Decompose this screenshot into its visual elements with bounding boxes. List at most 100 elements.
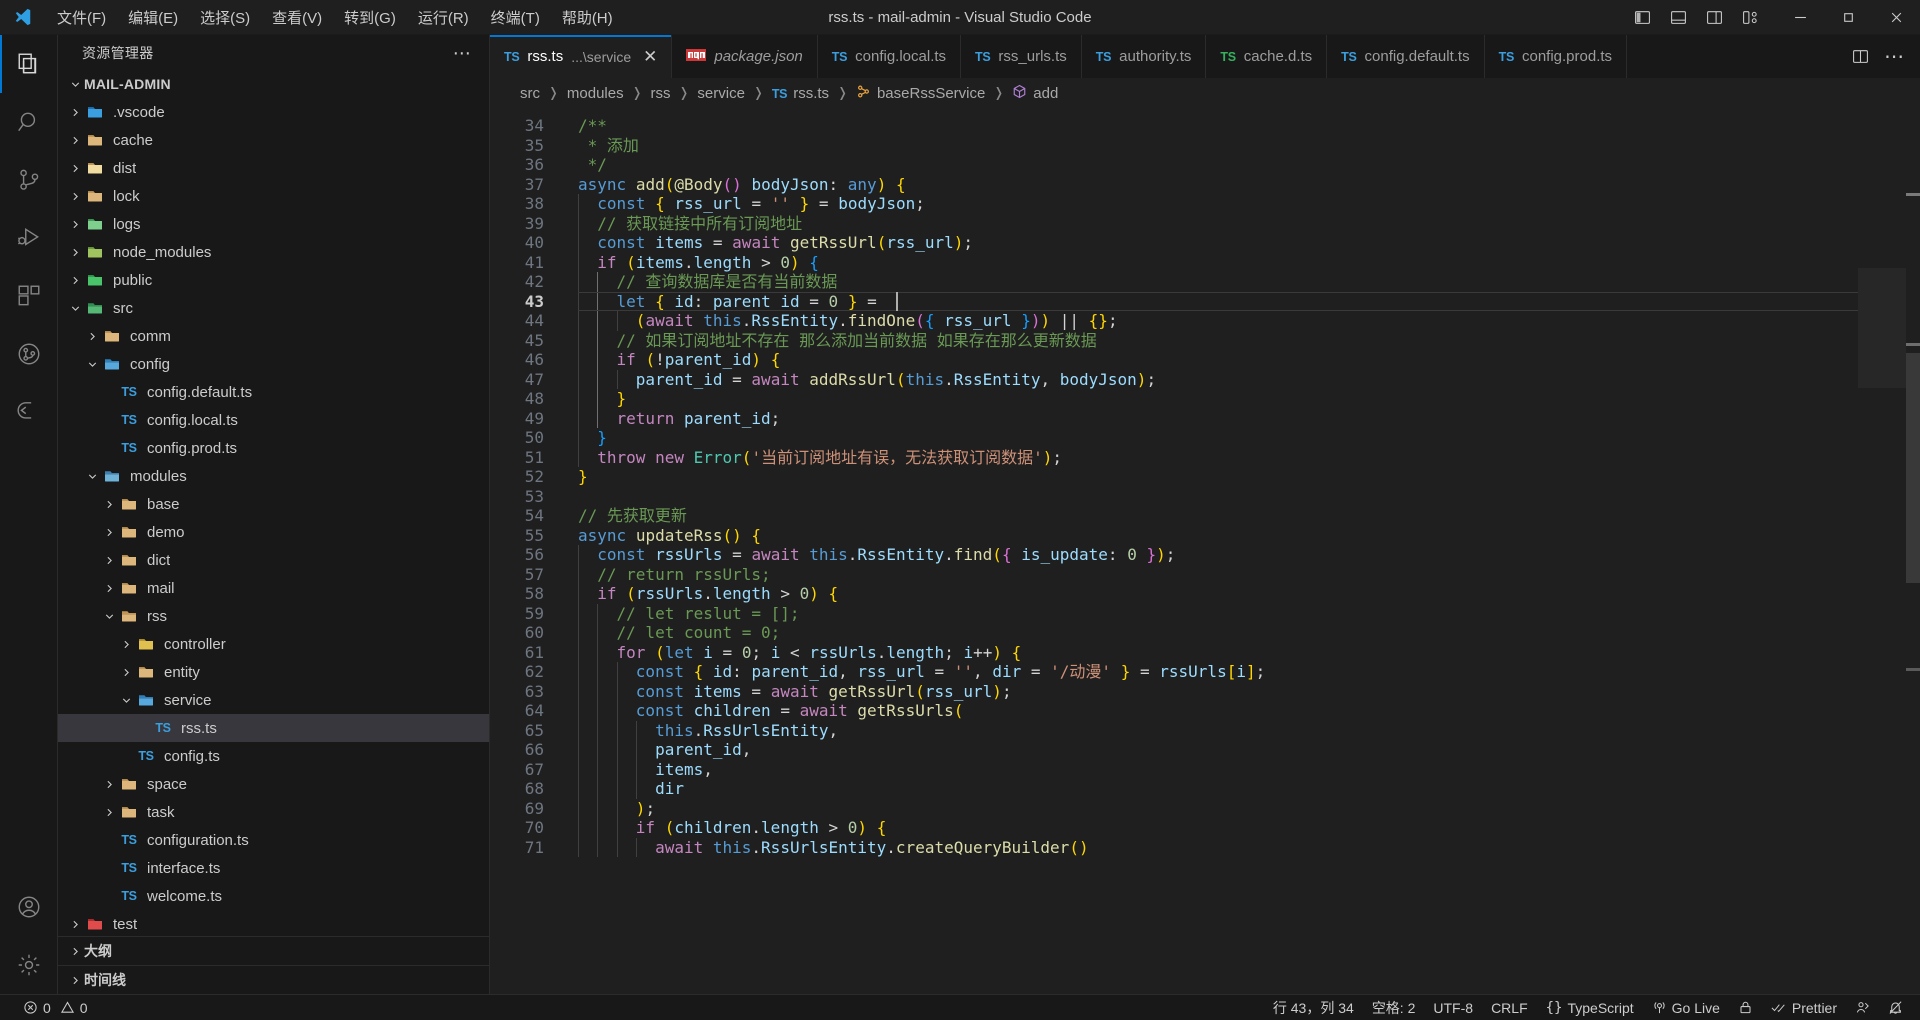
tab-rss-urls-ts[interactable]: TS rss_urls.ts	[961, 35, 1082, 78]
code-line[interactable]: items,	[578, 760, 1858, 780]
fold-marker[interactable]	[562, 389, 578, 409]
activity-source-control[interactable]	[0, 151, 58, 209]
code-line[interactable]: parent_id = await addRssUrl(this.RssEnti…	[578, 370, 1858, 390]
tree-item-controller[interactable]: controller	[58, 630, 489, 658]
fold-marker[interactable]	[562, 838, 578, 858]
editor-scrollbar-thumb[interactable]	[1906, 353, 1920, 583]
status-live-share[interactable]	[1846, 995, 1879, 1020]
fold-marker[interactable]	[562, 623, 578, 643]
fold-marker[interactable]	[562, 272, 578, 292]
code-line[interactable]: parent_id,	[578, 740, 1858, 760]
code-line[interactable]: /**	[578, 116, 1858, 136]
tree-item-dist[interactable]: dist	[58, 154, 489, 182]
code-content[interactable]: /** * 添加 */async add(@Body() bodyJson: a…	[578, 108, 1858, 994]
fold-marker[interactable]	[562, 760, 578, 780]
fold-marker[interactable]	[562, 584, 578, 604]
tab-cache-d-ts[interactable]: TS cache.d.ts	[1206, 35, 1328, 78]
status-problems[interactable]: 0 0	[14, 995, 97, 1020]
breadcrumb-item-rss[interactable]: rss	[649, 85, 673, 102]
menu-bar[interactable]: 文件(F) 编辑(E) 选择(S) 查看(V) 转到(G) 运行(R) 终端(T…	[46, 4, 624, 31]
status-indentation[interactable]: 空格: 2	[1363, 995, 1425, 1020]
fold-marker[interactable]	[562, 428, 578, 448]
minimize-button[interactable]	[1776, 0, 1824, 35]
toggle-primary-sidebar-icon[interactable]	[1624, 0, 1660, 35]
maximize-button[interactable]	[1824, 0, 1872, 35]
code-line[interactable]: return parent_id;	[578, 409, 1858, 429]
tree-item-rss[interactable]: rss	[58, 602, 489, 630]
fold-marker[interactable]	[562, 799, 578, 819]
tree-item-demo[interactable]: demo	[58, 518, 489, 546]
breadcrumb-item-baserssservice[interactable]: baseRssService	[854, 84, 987, 103]
fold-marker[interactable]	[562, 740, 578, 760]
split-editor-icon[interactable]	[1844, 35, 1876, 78]
tree-item--vscode[interactable]: .vscode	[58, 98, 489, 126]
file-tree[interactable]: .vscode cache dist lock logs node_modules publ…	[58, 98, 489, 936]
tree-item-task[interactable]: task	[58, 798, 489, 826]
breadcrumb-item-modules[interactable]: modules	[565, 85, 626, 102]
activity-gitlens[interactable]	[0, 325, 58, 383]
tab-rss-ts[interactable]: TS rss.ts ...\service ✕	[490, 35, 673, 78]
editor-tab-bar[interactable]: TS rss.ts ...\service ✕ package.json TS config…	[490, 35, 1920, 78]
status-eol[interactable]: CRLF	[1482, 995, 1537, 1020]
status-go-live[interactable]: Go Live	[1643, 995, 1729, 1020]
minimap-slider[interactable]	[1858, 268, 1906, 388]
tab-config-default-ts[interactable]: TS config.default.ts	[1327, 35, 1485, 78]
code-line[interactable]: // let count = 0;	[578, 623, 1858, 643]
tree-item-logs[interactable]: logs	[58, 210, 489, 238]
tree-item-config-prod-ts[interactable]: TS config.prod.ts	[58, 434, 489, 462]
code-line[interactable]: if (!parent_id) {	[578, 350, 1858, 370]
code-line[interactable]: const items = await getRssUrl(rss_url);	[578, 233, 1858, 253]
tree-item-config-default-ts[interactable]: TS config.default.ts	[58, 378, 489, 406]
tree-item-base[interactable]: base	[58, 490, 489, 518]
tree-item-src[interactable]: src	[58, 294, 489, 322]
fold-marker[interactable]	[562, 116, 578, 136]
tree-item-modules[interactable]: modules	[58, 462, 489, 490]
activity-run-debug[interactable]	[0, 209, 58, 267]
code-line[interactable]: throw new Error('当前订阅地址有误，无法获取订阅数据');	[578, 448, 1858, 468]
status-language-mode[interactable]: {} TypeScript	[1537, 995, 1643, 1020]
code-line[interactable]	[578, 487, 1858, 507]
fold-marker[interactable]	[562, 526, 578, 546]
tree-item-configuration-ts[interactable]: TS configuration.ts	[58, 826, 489, 854]
activity-accounts[interactable]	[0, 878, 58, 936]
activity-explorer[interactable]	[0, 35, 58, 93]
code-line[interactable]: (await this.RssEntity.findOne({ rss_url …	[578, 311, 1858, 331]
breadcrumb-item-service[interactable]: service	[695, 85, 747, 102]
code-editor[interactable]: 34 35 36 37 38 39 40 41 42 43 44 45 46 47 48 49 50 51 52 53…	[490, 108, 1920, 994]
code-line[interactable]: }	[578, 428, 1858, 448]
tree-item-service[interactable]: service	[58, 686, 489, 714]
fold-marker[interactable]	[562, 779, 578, 799]
status-cursor-position[interactable]: 行 43，列 34	[1264, 995, 1363, 1020]
ellipsis-icon[interactable]: ⋯	[447, 44, 477, 62]
tree-item-public[interactable]: public	[58, 266, 489, 294]
fold-marker[interactable]	[562, 292, 578, 312]
tree-item-node-modules[interactable]: node_modules	[58, 238, 489, 266]
fold-marker[interactable]	[562, 214, 578, 234]
workspace-root-row[interactable]: MAIL-ADMIN	[58, 70, 489, 98]
fold-marker[interactable]	[562, 565, 578, 585]
fold-marker[interactable]	[562, 350, 578, 370]
tab-config-local-ts[interactable]: TS config.local.ts	[817, 35, 962, 78]
menu-help[interactable]: 帮助(H)	[551, 4, 624, 31]
fold-marker[interactable]	[562, 409, 578, 429]
breadcrumb-item-src[interactable]: src	[518, 85, 542, 102]
code-line[interactable]: // 获取链接中所有订阅地址	[578, 214, 1858, 234]
menu-run[interactable]: 运行(R)	[407, 4, 480, 31]
status-encoding[interactable]: UTF-8	[1424, 995, 1482, 1020]
fold-marker[interactable]	[562, 643, 578, 663]
tree-item-entity[interactable]: entity	[58, 658, 489, 686]
toggle-secondary-sidebar-icon[interactable]	[1696, 0, 1732, 35]
activity-extensions[interactable]	[0, 267, 58, 325]
code-line[interactable]: if (items.length > 0) {	[578, 253, 1858, 273]
code-line[interactable]: const { id: parent_id, rss_url = '', dir…	[578, 662, 1858, 682]
code-line[interactable]: const { rss_url = '' } = bodyJson;	[578, 194, 1858, 214]
fold-marker[interactable]	[562, 818, 578, 838]
tree-item-comm[interactable]: comm	[58, 322, 489, 350]
code-line[interactable]: }	[578, 467, 1858, 487]
fold-gutter[interactable]	[562, 108, 578, 994]
code-line[interactable]: * 添加	[578, 136, 1858, 156]
fold-marker[interactable]	[562, 604, 578, 624]
menu-file[interactable]: 文件(F)	[46, 4, 117, 31]
menu-edit[interactable]: 编辑(E)	[117, 4, 189, 31]
tree-item-space[interactable]: space	[58, 770, 489, 798]
